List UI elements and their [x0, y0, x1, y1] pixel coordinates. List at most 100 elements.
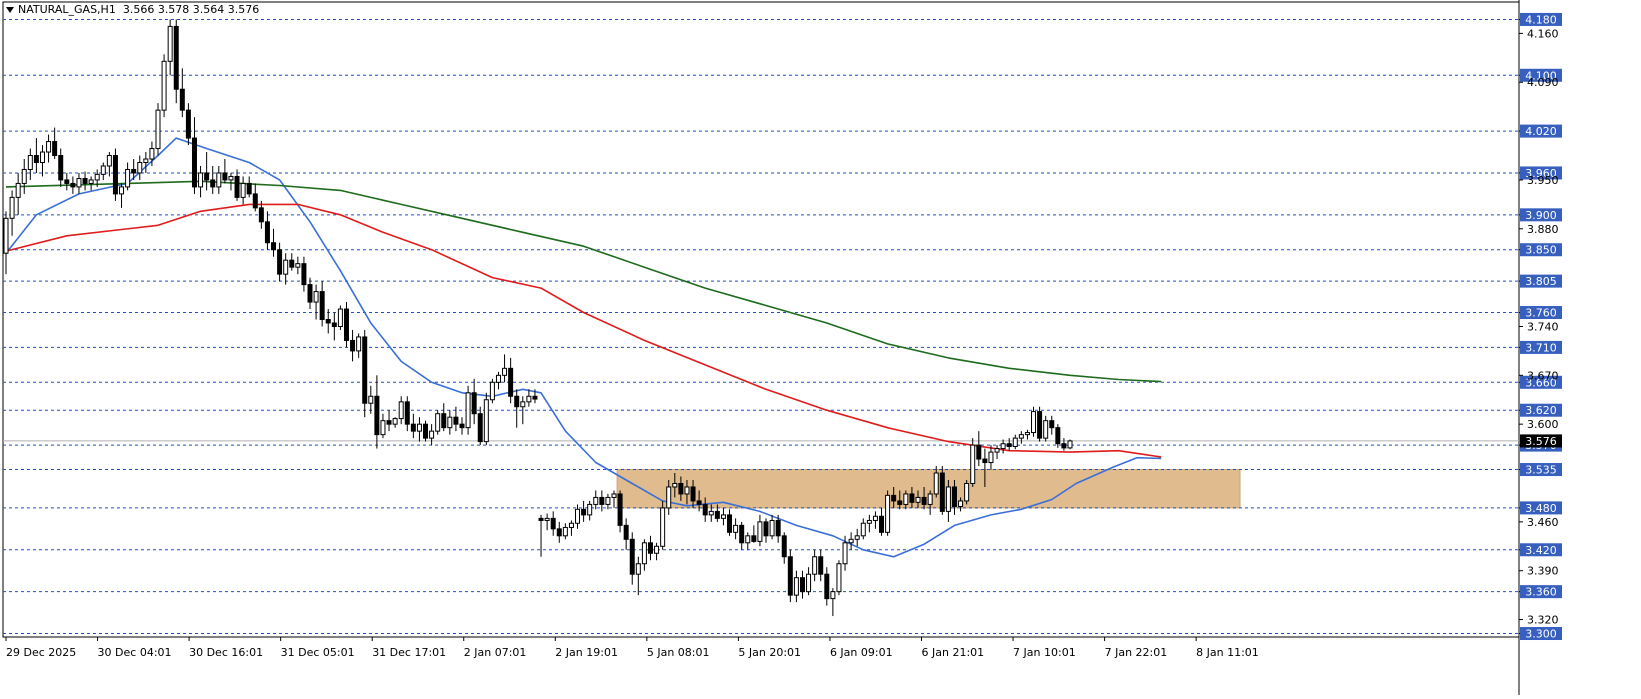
- candle: [331, 312, 337, 341]
- candle: [1024, 429, 1030, 440]
- candle: [799, 570, 805, 599]
- candle: [58, 148, 64, 187]
- candle-body: [410, 423, 416, 432]
- price-tick-label: 3.880: [1527, 223, 1559, 236]
- candle: [362, 329, 368, 418]
- candle-body: [119, 186, 125, 195]
- candle-body: [599, 496, 605, 505]
- candle-body: [301, 263, 307, 286]
- candle: [641, 539, 647, 571]
- candle-body: [757, 521, 763, 542]
- level-price-label: 3.850: [1525, 244, 1557, 257]
- candle-body: [939, 472, 945, 512]
- candle: [538, 514, 544, 557]
- candle-body: [854, 535, 860, 540]
- ohlc-values: 3.566 3.578 3.564 3.576: [122, 3, 260, 16]
- candle: [733, 518, 739, 540]
- time-tick-label: 31 Dec 05:01: [281, 646, 355, 659]
- candle-body: [544, 517, 550, 521]
- current-price-label: 3.576: [1525, 435, 1557, 448]
- candle-body: [295, 263, 301, 268]
- candle: [404, 396, 410, 432]
- candle-body: [1031, 411, 1037, 434]
- candle: [380, 413, 386, 439]
- candle: [739, 521, 745, 550]
- time-tick-label: 2 Jan 19:01: [555, 646, 618, 659]
- candle-body: [100, 165, 106, 175]
- candle: [246, 176, 252, 198]
- candle: [423, 420, 429, 442]
- candle-body: [739, 524, 745, 544]
- candle: [100, 162, 106, 180]
- symbol-header[interactable]: NATURAL_GAS,H1 3.566 3.578 3.564 3.576: [6, 3, 259, 16]
- time-tick-label: 5 Jan 20:01: [738, 646, 801, 659]
- candle-body: [635, 563, 641, 575]
- candle-body: [672, 482, 678, 488]
- candle-body: [1006, 443, 1012, 448]
- candle: [836, 560, 842, 596]
- candle-body: [380, 420, 386, 436]
- candle: [33, 138, 39, 173]
- candle: [1031, 406, 1037, 437]
- candle: [429, 424, 435, 446]
- candle-body: [976, 444, 982, 460]
- candle-body: [666, 486, 672, 509]
- candle: [824, 567, 830, 606]
- candle: [562, 523, 568, 540]
- candle: [854, 528, 860, 547]
- candle: [271, 228, 277, 257]
- candle-body: [106, 155, 112, 167]
- candle-body: [1043, 420, 1049, 439]
- candle-body: [866, 519, 872, 524]
- candle: [1049, 415, 1055, 435]
- candle: [1000, 439, 1006, 454]
- price-tick-label: 3.670: [1527, 369, 1559, 382]
- candle-body: [1000, 443, 1006, 450]
- candle-body: [927, 493, 933, 505]
- candle-body: [799, 577, 805, 593]
- candle-body: [289, 259, 295, 268]
- candle-body: [149, 148, 155, 160]
- candle-body: [806, 573, 812, 593]
- candle-body: [933, 472, 939, 495]
- candle-body: [745, 535, 751, 544]
- candle-body: [538, 517, 544, 521]
- candle-body: [611, 493, 617, 498]
- candle-body: [860, 522, 866, 537]
- candle-body: [9, 196, 15, 219]
- candle-body: [386, 420, 392, 425]
- candle: [830, 588, 836, 617]
- candle-body: [252, 193, 258, 209]
- candle-body: [793, 577, 799, 596]
- candle-body: [343, 308, 349, 341]
- candle: [477, 406, 483, 446]
- candle: [502, 354, 508, 383]
- candle: [550, 511, 556, 536]
- candle-body: [508, 367, 514, 397]
- candle: [21, 159, 27, 194]
- price-tick-label: 3.600: [1527, 418, 1559, 431]
- candle-body: [179, 88, 185, 111]
- candle-body: [88, 179, 94, 184]
- level-price-label: 3.300: [1525, 628, 1557, 641]
- candle: [818, 549, 824, 582]
- candle-body: [307, 284, 313, 303]
- collapse-triangle-icon[interactable]: [6, 7, 14, 13]
- candle: [483, 392, 489, 446]
- candle-body: [52, 141, 58, 157]
- candle-body: [714, 510, 720, 519]
- candle-body: [277, 249, 283, 275]
- candle-body: [185, 109, 191, 139]
- level-price-label: 3.360: [1525, 586, 1557, 599]
- candle-body: [416, 423, 422, 432]
- candle-body: [641, 542, 647, 565]
- time-tick-label: 7 Jan 10:01: [1013, 646, 1076, 659]
- candle: [210, 165, 216, 194]
- candle-body: [915, 496, 921, 503]
- price-tick-label: 3.320: [1527, 614, 1559, 627]
- level-price-label: 4.020: [1525, 125, 1557, 138]
- candle: [860, 518, 866, 540]
- candle-body: [970, 444, 976, 484]
- candle: [82, 171, 88, 191]
- candle: [313, 284, 319, 320]
